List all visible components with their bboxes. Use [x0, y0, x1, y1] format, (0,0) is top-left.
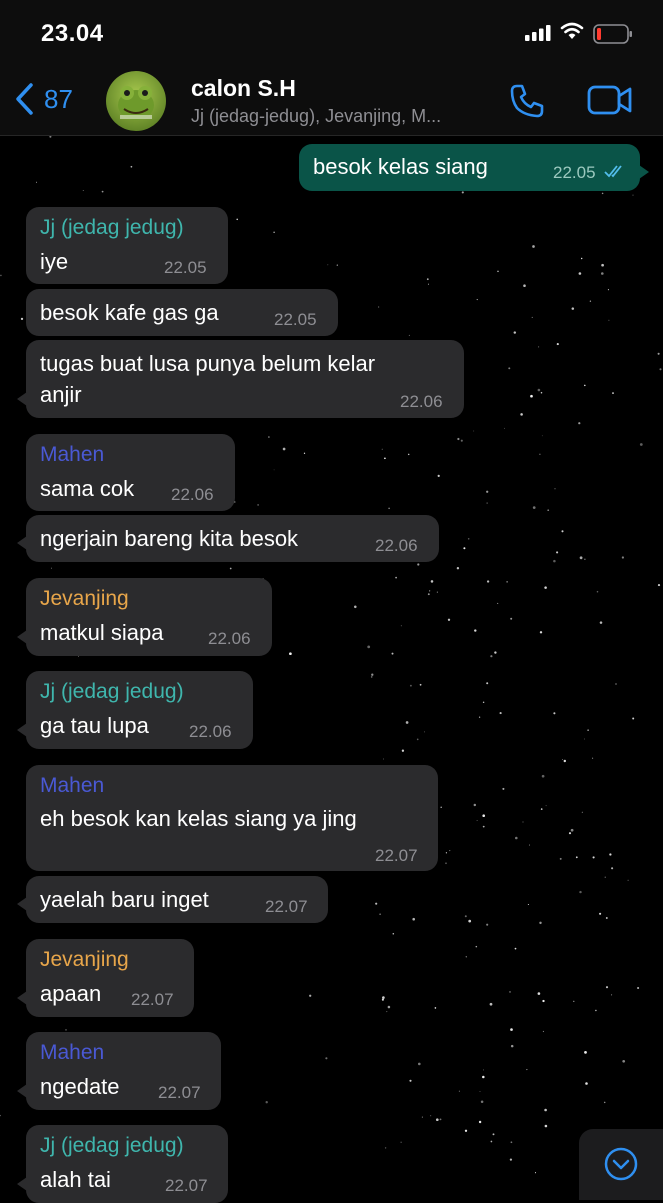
message-time: 22.05	[164, 258, 207, 277]
message-text: iye	[40, 249, 69, 274]
message-bubble-incoming[interactable]: Mahen eh besok kan kelas siang ya jing 2…	[26, 765, 438, 871]
battery-icon	[593, 24, 632, 44]
message-time: 22.06	[171, 485, 214, 504]
sender-name: Jj (jedag jedug)	[40, 216, 184, 239]
message-time: 22.07	[375, 846, 418, 865]
message-bubble-incoming[interactable]: Mahen ngedate 22.07	[17, 1032, 221, 1110]
sender-name: Jevanjing	[40, 948, 129, 971]
message-bubble-outgoing[interactable]: besok kelas siang 22.05	[299, 144, 649, 191]
message-time: 22.07	[158, 1083, 201, 1102]
chat-header: 87 calon S.H Jj (jedag-jedug), Jevanjing…	[0, 68, 663, 136]
message-bubble-incoming[interactable]: Jevanjing matkul siapa 22.06	[17, 578, 272, 656]
chevron-down-circle-icon	[604, 1147, 638, 1181]
message-text: sama cok	[40, 476, 135, 501]
message-time: 22.06	[400, 392, 443, 411]
chevron-left-icon	[16, 83, 33, 115]
message-time: 22.06	[208, 629, 251, 648]
back-button[interactable]: 87	[14, 82, 73, 116]
message-text: ngedate	[40, 1074, 120, 1099]
message-bubble-incoming[interactable]: besok kafe gas ga 22.05	[26, 289, 338, 336]
message-bubble-incoming[interactable]: Mahen sama cok 22.06	[26, 434, 235, 511]
message-line: anjir	[40, 382, 82, 407]
sender-name: Jevanjing	[40, 587, 129, 610]
message-text: besok kafe gas ga	[40, 300, 219, 325]
sender-name: Mahen	[40, 774, 105, 797]
chat-title[interactable]: calon S.H	[191, 75, 296, 102]
message-text: yaelah baru inget	[40, 887, 209, 912]
message-time: 22.07	[131, 990, 174, 1009]
frog-avatar-icon	[118, 86, 154, 120]
chat-subtitle[interactable]: Jj (jedag-jedug), Jevanjing, M...	[191, 106, 441, 127]
sender-name: Jj (jedag jedug)	[40, 1134, 184, 1157]
group-avatar[interactable]	[106, 71, 166, 131]
message-bubble-incoming[interactable]: Jj (jedag jedug) ga tau lupa 22.06	[17, 671, 253, 749]
message-time: 22.06	[375, 536, 418, 555]
video-call-icon[interactable]	[587, 85, 633, 115]
message-text: apaan	[40, 981, 102, 1006]
message-line: tugas buat lusa punya belum kelar	[40, 351, 376, 376]
message-text: alah tai	[40, 1167, 111, 1192]
message-bubble-incoming[interactable]: Jevanjing apaan 22.07	[17, 939, 194, 1017]
message-text: matkul siapa	[40, 620, 164, 645]
message-text: ngerjain bareng kita besok	[40, 526, 299, 551]
message-time: 22.07	[265, 897, 308, 916]
status-time: 23.04	[41, 20, 104, 47]
signal-icon	[525, 25, 551, 41]
read-receipt-icon	[604, 165, 622, 178]
unread-count: 87	[44, 83, 73, 114]
message-time: 22.05	[274, 310, 317, 329]
message-bubble-incoming[interactable]: yaelah baru inget 22.07	[17, 876, 328, 923]
message-bubble-incoming[interactable]: tugas buat lusa punya belum kelar anjir …	[17, 340, 464, 418]
message-text: eh besok kan kelas siang ya jing	[40, 806, 357, 831]
message-text: ga tau lupa	[40, 713, 149, 738]
message-bubble-incoming[interactable]: Jj (jedag jedug) iye 22.05	[26, 207, 228, 284]
sender-name: Mahen	[40, 443, 105, 466]
phone-icon[interactable]	[509, 83, 545, 119]
sender-name: Mahen	[40, 1041, 105, 1064]
scroll-to-bottom-button[interactable]	[579, 1129, 663, 1200]
message-text: besok kelas siang	[313, 154, 488, 179]
message-bubble-incoming[interactable]: Jj (jedag jedug) alah tai 22.07	[17, 1125, 228, 1203]
message-time: 22.07	[165, 1176, 208, 1195]
status-bar: 23.04	[0, 0, 663, 68]
message-text: tugas buat lusa punya belum kelar anjir	[40, 348, 375, 410]
message-bubble-incoming[interactable]: ngerjain bareng kita besok 22.06	[17, 515, 439, 562]
wifi-icon	[560, 22, 584, 39]
sender-name: Jj (jedag jedug)	[40, 680, 184, 703]
message-time: 22.05	[553, 163, 596, 182]
message-time: 22.06	[189, 722, 232, 741]
